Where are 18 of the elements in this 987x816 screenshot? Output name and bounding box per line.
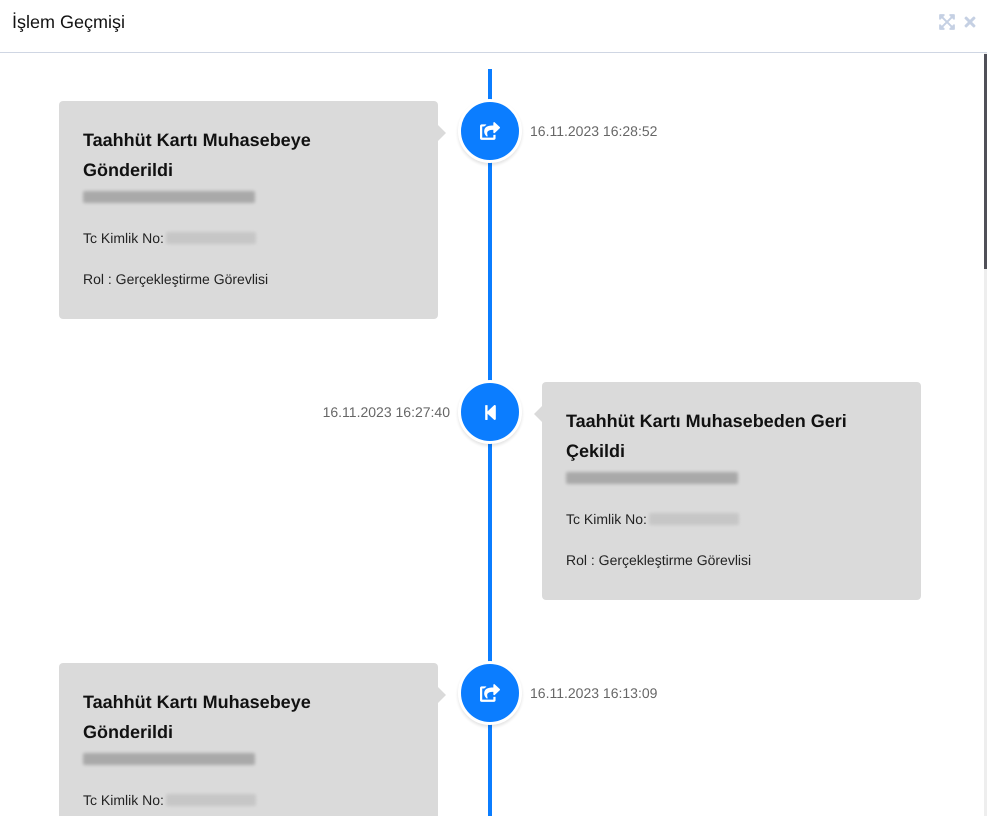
event-title: Taahhüt Kartı Muhasebeden Geri Çekildi xyxy=(566,410,848,463)
id-label: Tc Kimlik No: xyxy=(83,229,164,248)
event-title: Taahhüt Kartı Muhasebeye Gönderildi xyxy=(83,691,312,744)
event-timestamp: 16.11.2023 16:28:52 xyxy=(530,122,658,141)
dialog-title: İşlem Geçmişi xyxy=(12,10,126,34)
id-label: Tc Kimlik No: xyxy=(566,510,647,529)
close-icon[interactable] xyxy=(962,14,978,30)
event-timestamp: 16.11.2023 16:27:40 xyxy=(322,403,450,422)
share-icon xyxy=(458,99,522,163)
role-text: Rol : Gerçekleştirme Görevlisi xyxy=(566,551,752,570)
scrollbar-thumb[interactable] xyxy=(984,54,987,269)
skip-back-icon xyxy=(458,380,522,444)
id-label: Tc Kimlik No: xyxy=(83,791,164,810)
event-title: Taahhüt Kartı Muhasebeye Gönderildi xyxy=(83,129,312,182)
event-timestamp: 16.11.2023 16:13:09 xyxy=(530,684,658,703)
role-text: Rol : Gerçekleştirme Görevlisi xyxy=(83,270,270,289)
expand-icon[interactable] xyxy=(938,13,956,31)
share-icon xyxy=(458,661,522,725)
